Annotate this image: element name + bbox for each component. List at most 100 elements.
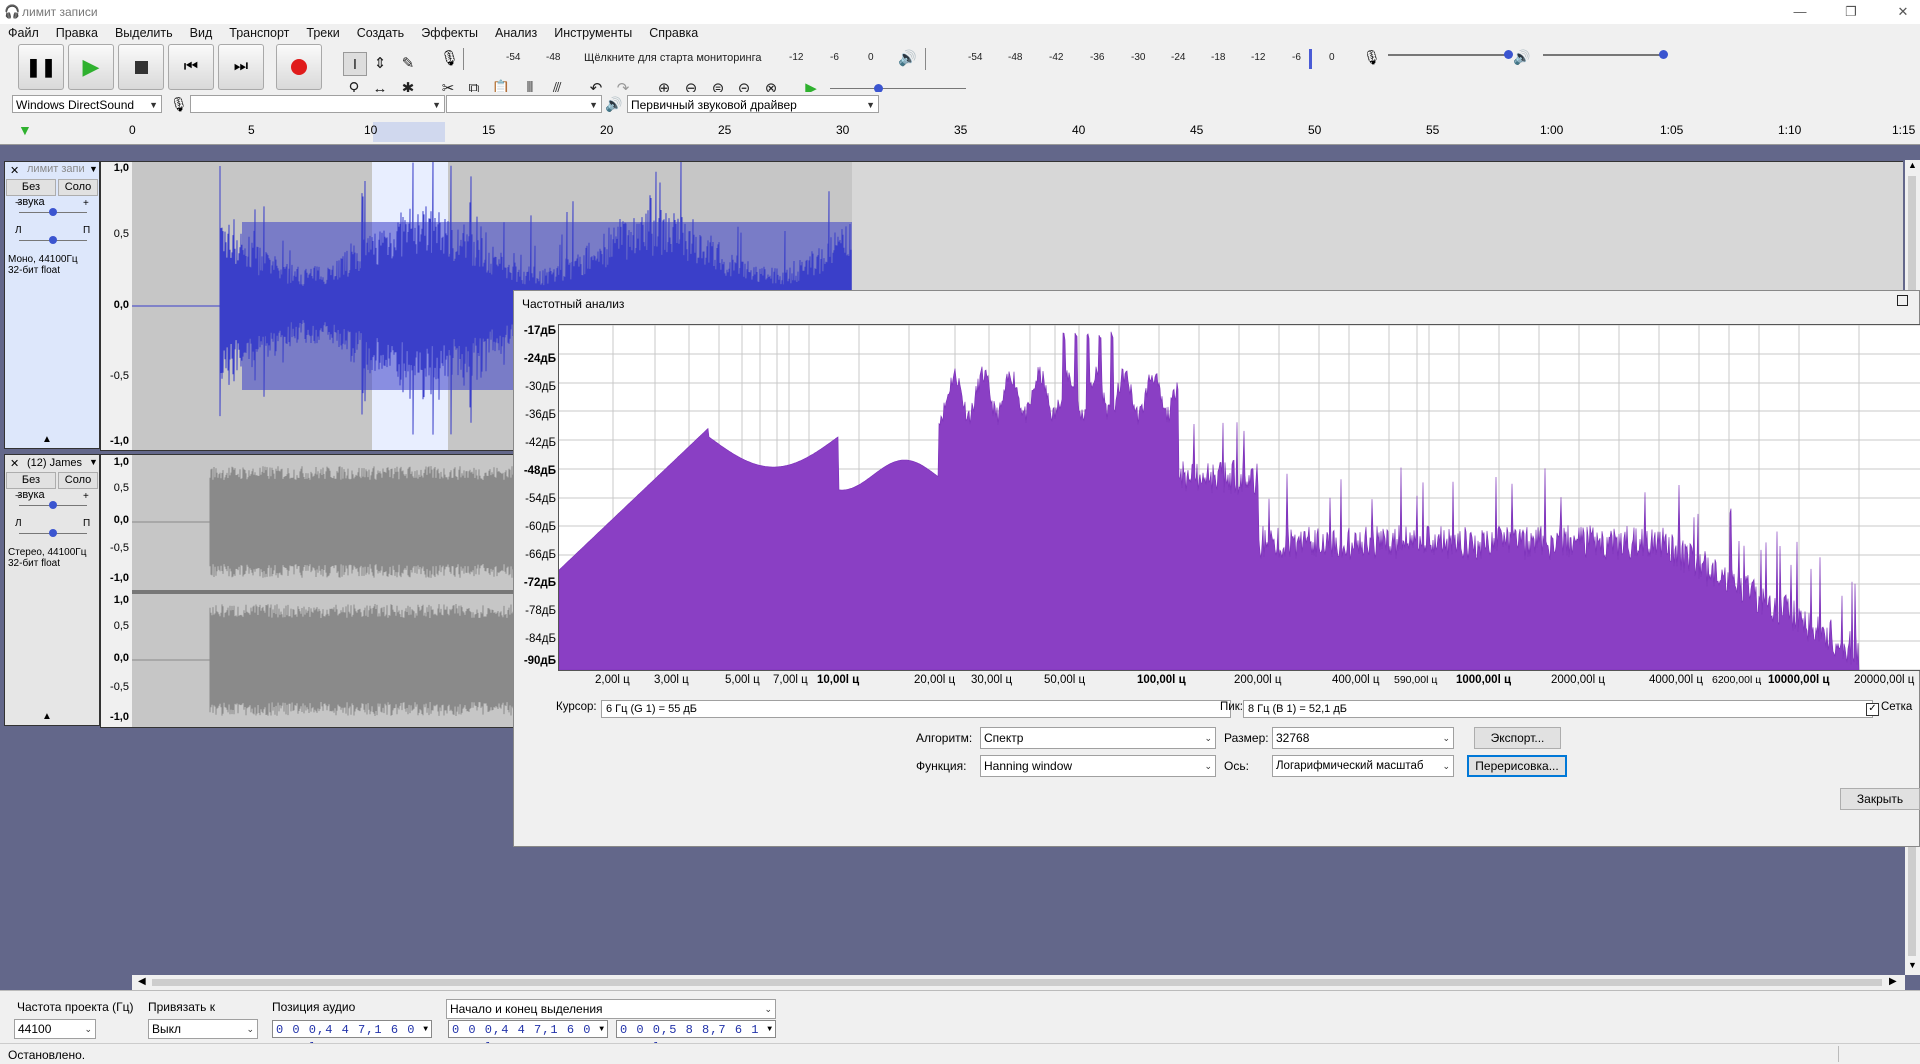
track-format: Стерео, 44100Гц [8,547,87,558]
slider-thumb[interactable] [49,208,57,216]
playback-meter[interactable]: -54 -48 -42 -36 -30 -24 -18 -12 -6 0 [925,48,1338,70]
pan-slider[interactable] [19,236,87,244]
window-title: лимит записи [22,5,98,19]
scroll-thumb[interactable] [152,979,1882,986]
track-menu-icon[interactable]: ▼ [89,164,98,174]
menu-analyze[interactable]: Анализ [487,24,546,40]
gain-slider[interactable] [19,501,87,509]
pan-left-label: Л [15,518,22,529]
close-button[interactable]: Закрыть [1840,788,1920,810]
project-rate-select[interactable]: 44100 ⌄ [14,1019,96,1039]
project-rate-value: 44100 [18,1022,52,1036]
scroll-up-icon[interactable]: ▲ [1908,160,1917,170]
mute-button[interactable]: Без звука [6,472,56,501]
scroll-left-icon[interactable]: ◀ [138,976,146,987]
menu-transport[interactable]: Транспорт [221,24,298,40]
envelope-tool-icon[interactable]: ⇕ [369,52,391,74]
track-menu-icon[interactable]: ▼ [89,457,98,467]
track-control-panel[interactable]: ✕ лимит запи ▼ Без звука Соло − + Л П Мо… [4,161,100,449]
chevron-down-icon: ▼ [432,100,441,110]
scroll-down-icon[interactable]: ▼ [1908,960,1917,970]
record-volume-slider[interactable] [1388,50,1513,59]
speaker-icon[interactable]: 🔊 [898,49,917,67]
play-button[interactable]: ▶ [68,44,114,90]
close-icon[interactable]: ✕ [1888,2,1918,22]
axis-select[interactable]: Логарифмический масштаб ⌄ [1272,755,1454,777]
menu-edit[interactable]: Правка [48,24,107,40]
playback-device-select[interactable]: Первичный звуковой драйвер ▼ [627,95,879,113]
pause-button[interactable]: ❚❚ [18,44,64,90]
chevron-down-icon: ⌄ [1204,761,1212,771]
maximize-icon[interactable]: ❐ [1836,2,1866,22]
solo-button[interactable]: Соло [58,179,98,196]
freq-label: 10,00l ц [817,674,860,686]
audio-position-field[interactable]: 0 0 0,4 4 7,1 6 0 samples▼ [272,1020,432,1055]
ruler-label: 20 [600,123,614,137]
menu-help[interactable]: Справка [641,24,707,40]
selection-tool-icon[interactable]: I [343,52,367,76]
scale-label: 0,5 [113,482,129,494]
slider-thumb[interactable] [1659,50,1668,59]
track-name[interactable]: (12) James [27,457,82,469]
record-device-select[interactable]: ▼ [190,95,445,113]
ruler-label: 1:15 [1892,123,1916,137]
menu-tools[interactable]: Инструменты [546,24,641,40]
menu-view[interactable]: Вид [182,24,222,40]
skip-start-button[interactable]: ⏮ [168,44,214,90]
amplitude-scale: 1,0 0,5 0,0 -0,5 -1,0 [100,161,133,451]
track-close-icon[interactable]: ✕ [10,457,19,470]
size-select[interactable]: 32768 ⌄ [1272,727,1454,749]
mute-button[interactable]: Без звука [6,179,56,208]
grid-checkbox[interactable]: ✓ [1866,703,1879,716]
menu-tracks[interactable]: Треки [298,24,348,40]
skip-end-icon: ⏭ [233,58,249,75]
collapse-icon[interactable]: ▲ [42,434,52,445]
menu-file[interactable]: Файл [0,24,48,40]
solo-button[interactable]: Соло [58,472,98,489]
ruler-label: 1:00 [1540,123,1564,137]
menu-generate[interactable]: Создать [349,24,414,40]
dialog-maximize-icon[interactable] [1897,295,1908,306]
scale-label: 0,5 [113,620,129,632]
timeline-ruler[interactable]: ▼ 0 5 10 15 20 25 30 35 40 45 50 55 1:00… [0,120,1920,145]
function-select[interactable]: Hanning window ⌄ [980,755,1216,777]
stop-button[interactable] [118,44,164,90]
horizontal-scrollbar[interactable]: ◀ ▶ [132,975,1905,990]
freq-label: 50,00l ц [1044,674,1086,686]
track-name[interactable]: лимит запи [27,163,85,175]
track-close-icon[interactable]: ✕ [10,164,19,177]
collapse-icon[interactable]: ▲ [42,711,52,722]
selection-mode-select[interactable]: Начало и конец выделения ⌄ [446,999,776,1019]
device-toolbar: Windows DirectSound ▼ 🎙 ▼ ▼ 🔊 Первичный з… [0,92,1920,118]
channels-select[interactable]: ▼ [446,95,602,113]
selection-end-field[interactable]: 0 0 0,5 8 8,7 6 1 samples▼ [616,1020,776,1055]
menu-effects[interactable]: Эффекты [413,24,487,40]
draw-tool-icon[interactable]: ✎ [397,52,419,74]
gain-slider[interactable] [19,208,87,216]
freq-label: 20000,00l ц [1854,674,1915,686]
meter-tick: -54 [506,52,521,63]
slider-thumb[interactable] [49,529,57,537]
menu-select[interactable]: Выделить [107,24,182,40]
track-control-panel[interactable]: ✕ (12) James ▼ Без звука Соло − + Л П Ст… [4,454,100,726]
timeline-options-icon[interactable]: ▼ [18,122,32,138]
selection-start-field[interactable]: 0 0 0,4 4 7,1 6 0 samples▼ [448,1020,608,1055]
slider-thumb[interactable] [49,501,57,509]
scroll-right-icon[interactable]: ▶ [1889,976,1897,987]
playback-volume-slider[interactable] [1543,50,1668,59]
pan-slider[interactable] [19,529,87,537]
record-button[interactable] [276,44,322,90]
microphone-icon[interactable]: 🎙 [440,49,459,67]
snap-select[interactable]: Выкл ⌄ [148,1019,258,1039]
export-button[interactable]: Экспорт... [1474,727,1561,749]
skip-end-button[interactable]: ⏭ [218,44,264,90]
audio-position-label: Позиция аудио [272,1000,356,1014]
spectrum-plot[interactable] [558,324,1920,671]
redraw-button[interactable]: Перерисовка... [1467,755,1567,777]
slider-thumb[interactable] [1504,50,1513,59]
slider-thumb[interactable] [49,236,57,244]
algorithm-select[interactable]: Спектр ⌄ [980,727,1216,749]
minimize-icon[interactable]: — [1785,2,1815,22]
record-meter[interactable]: -54 -48 Щёлкните для старта мониторинга … [463,48,881,70]
host-select[interactable]: Windows DirectSound ▼ [12,95,162,113]
